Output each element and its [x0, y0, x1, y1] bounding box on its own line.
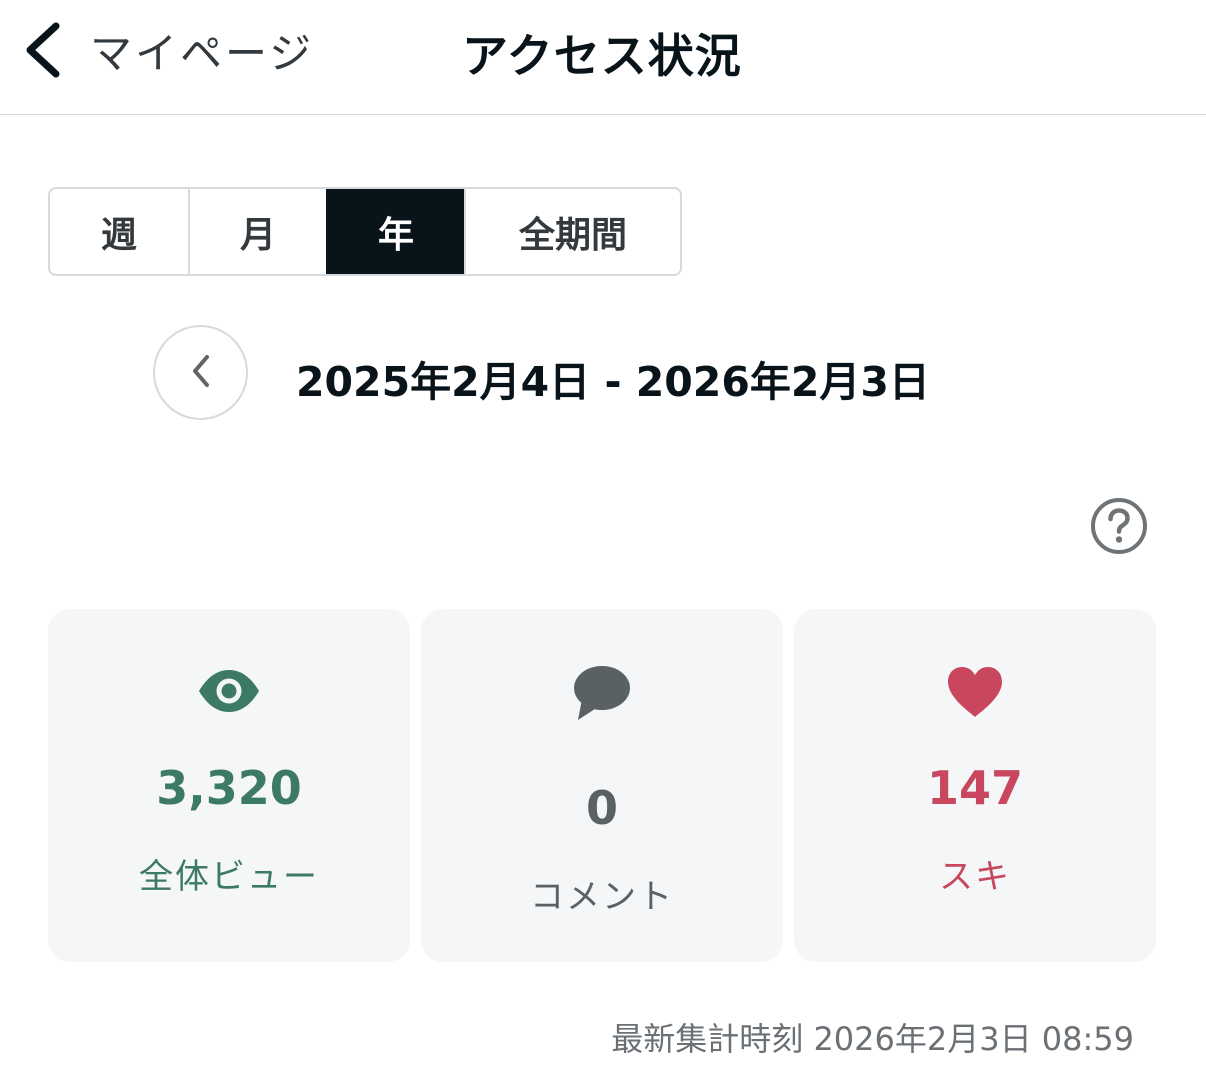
- tab-week[interactable]: 週: [50, 189, 188, 274]
- tab-month[interactable]: 月: [188, 189, 326, 274]
- question-circle-icon: [1090, 498, 1148, 559]
- chevron-left-icon: [20, 20, 64, 80]
- previous-period-button[interactable]: [153, 325, 248, 420]
- chevron-left-icon: [186, 351, 216, 395]
- likes-card: 147 スキ: [794, 609, 1156, 962]
- heart-icon: [794, 666, 1156, 718]
- date-range: 2025年2月4日 - 2026年2月3日: [296, 358, 930, 406]
- period-selector: 週 月 年 全期間: [48, 187, 682, 276]
- back-button[interactable]: マイページ: [20, 14, 314, 86]
- eye-icon: [48, 669, 410, 713]
- header: マイページ アクセス状況: [0, 0, 1206, 115]
- help-button[interactable]: [1090, 497, 1148, 555]
- tab-year[interactable]: 年: [326, 189, 464, 274]
- speech-bubble-icon: [421, 665, 783, 721]
- comments-count: 0: [585, 781, 618, 835]
- tab-all-time[interactable]: 全期間: [464, 189, 680, 274]
- comments-label: コメント: [530, 877, 674, 917]
- comments-card: 0 コメント: [421, 609, 783, 962]
- last-updated: 最新集計時刻 2026年2月3日 08:59: [611, 1020, 1134, 1058]
- views-count: 3,320: [156, 761, 302, 815]
- views-label: 全体ビュー: [139, 857, 319, 897]
- likes-count: 147: [926, 761, 1024, 815]
- views-card: 3,320 全体ビュー: [48, 609, 410, 962]
- back-label: マイページ: [90, 28, 315, 78]
- likes-label: スキ: [939, 857, 1011, 897]
- page-title: アクセス状況: [462, 29, 742, 83]
